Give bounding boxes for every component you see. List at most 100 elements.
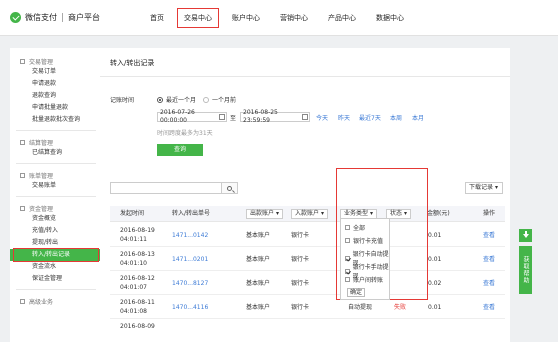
sidebar-group-label: 结算管理 (29, 139, 54, 147)
biz-type-dropdown: 全部 银行卡充值 银行卡自动提现 银行卡手动提现 账户间转账 确定 (340, 218, 390, 300)
table-row: 2016-08-12 04:01:07 1470...8127 基本账户 银行卡… (110, 272, 505, 295)
advanced-icon (20, 298, 25, 304)
top-bar: 微信支付 商户平台 首页 交易中心 账户中心 营销中心 产品中心 数据中心 (0, 0, 558, 36)
cell-date: 2016-08-09 (120, 323, 155, 330)
quick-this-week[interactable]: 本周 (390, 113, 402, 122)
cell-order-link[interactable]: 1470...8127 (172, 279, 208, 288)
cell-time: 04:01:10 (120, 260, 147, 267)
view-link[interactable]: 查看 (483, 303, 495, 312)
view-link[interactable]: 查看 (483, 255, 495, 264)
cell-time: 04:01:07 (120, 284, 147, 291)
filter-option-label: 银行卡充值 (353, 238, 384, 245)
nav-product-center[interactable]: 产品中心 (318, 0, 366, 36)
sidebar-group-advanced: 高级业务 (10, 294, 102, 306)
cell-order-link[interactable]: 1470...4116 (172, 303, 208, 312)
brand-name: 微信支付 (25, 13, 57, 22)
th-amount: 金额(元) (427, 210, 450, 217)
chevron-down-icon: ▾ (320, 210, 324, 217)
sidebar-divider (16, 130, 96, 131)
scroll-down-button[interactable] (519, 229, 532, 242)
help-button[interactable]: 获取帮助 (519, 246, 532, 294)
nav-trade-center[interactable]: 交易中心 (174, 0, 222, 36)
sidebar-group-label: 账单管理 (29, 172, 54, 180)
filter-option-label: 账户间转账 (353, 277, 384, 284)
nav-marketing-center[interactable]: 营销中心 (270, 0, 318, 36)
filter-option-all[interactable]: 全部 (345, 223, 365, 232)
filter-option-bank-recharge[interactable]: 银行卡充值 (345, 236, 383, 245)
table-row: 2016-08-19 04:01:11 1471...0142 基本账户 银行卡… (110, 224, 505, 247)
sidebar-item-deposit[interactable]: 保证金管理 (10, 273, 102, 285)
sidebar-item-funds-overview[interactable]: 资金概览 (10, 213, 102, 225)
brand-divider (62, 13, 63, 22)
page-title: 转入/转出记录 (110, 59, 155, 67)
quick-yesterday[interactable]: 昨天 (338, 113, 350, 122)
search-button[interactable] (221, 182, 238, 194)
sidebar-item-batch-refund[interactable]: 申请批量退款 (10, 102, 102, 114)
settlement-icon (20, 139, 25, 145)
sidebar-item-orders[interactable]: 交易订单 (10, 66, 102, 78)
table-row: 2016-08-11 04:01:08 1470...4116 基本账户 银行卡… (110, 296, 505, 319)
sidebar-item-fund-flow[interactable]: 资金流水 (10, 261, 102, 273)
out-account-filter[interactable]: 出款账户 ▾ (246, 209, 283, 219)
cell-date: 2016-08-19 (120, 227, 155, 234)
sidebar-item-recharge[interactable]: 充值/转入 (10, 225, 102, 237)
sidebar-item-transfer-records[interactable]: 转入/转出记录 (10, 248, 102, 262)
th-op: 操作 (483, 210, 496, 217)
sidebar-divider (16, 163, 96, 164)
radio-label: 最近一个月 (166, 97, 197, 104)
sidebar-item-refund[interactable]: 申请退款 (10, 78, 102, 90)
view-link[interactable]: 查看 (483, 231, 495, 240)
table-header: 发起时间 转入/转出单号 出款账户 ▾ 入款账户 ▾ 业务类型 ▾ 状态 ▾ 金… (110, 206, 505, 222)
th-time: 发起时间 (120, 210, 145, 217)
brand-logo[interactable]: 微信支付 商户平台 (10, 12, 100, 23)
radio-month-ago[interactable]: 一个月前 (203, 95, 236, 104)
cell-order-link[interactable]: 1471...0201 (172, 255, 208, 264)
radio-dot-icon (203, 96, 209, 103)
nav-home[interactable]: 首页 (140, 0, 174, 36)
nav-data-center[interactable]: 数据中心 (366, 0, 414, 36)
end-date-input[interactable]: 2016-08-25 23:59:59 (240, 109, 310, 124)
quick-last7[interactable]: 最近7天 (359, 113, 381, 122)
cell-status: 失败 (394, 304, 407, 311)
calendar-icon (219, 114, 225, 120)
sidebar-group-trade: 交易管理 (10, 54, 102, 66)
sidebar-group-label: 高级业务 (29, 298, 54, 306)
search-input[interactable] (110, 182, 238, 194)
quick-today[interactable]: 今天 (316, 113, 328, 122)
sidebar-divider (16, 289, 96, 290)
checkbox-icon (345, 238, 350, 243)
end-date-value: 2016-08-25 23:59:59 (243, 109, 278, 124)
cell-amount: 0.02 (428, 280, 442, 287)
cell-date: 2016-08-13 (120, 251, 155, 258)
sidebar-item-batch-refund-query[interactable]: 批量退款批次查询 (10, 114, 102, 126)
sidebar-item-settled-query[interactable]: 已结算查询 (10, 147, 102, 159)
cell-order-link[interactable]: 1471...0142 (172, 231, 208, 240)
download-records-select[interactable]: 下载记录 ▾ (465, 182, 503, 194)
view-link[interactable]: 查看 (483, 279, 495, 288)
filter-ok-button[interactable]: 确定 (347, 288, 365, 297)
date-span-hint: 时间跨度最多为31天 (157, 130, 213, 137)
sidebar-item-refund-query[interactable]: 退款查询 (10, 90, 102, 102)
start-date-input[interactable]: 2016-07-26 00:00:00 (157, 109, 227, 124)
cell-amount: 0.01 (428, 256, 442, 263)
cell-type: 自动提现 (348, 304, 373, 311)
cell-out: 基本账户 (246, 256, 271, 263)
table-row: 2016-08-09 (110, 320, 505, 342)
sidebar-group-funds: 资金管理 (10, 201, 102, 213)
quick-this-month[interactable]: 本月 (412, 113, 424, 122)
query-button[interactable]: 查询 (157, 144, 203, 156)
sidebar-group-settlement: 结算管理 (10, 135, 102, 147)
radio-recent-month[interactable]: 最近一个月 (157, 95, 196, 104)
download-icon (522, 230, 529, 238)
download-label: 下载记录 (469, 184, 494, 191)
cell-in: 银行卡 (291, 304, 310, 311)
sidebar-group-label: 交易管理 (29, 58, 54, 66)
sidebar-item-trade-bill[interactable]: 交易账单 (10, 180, 102, 192)
in-account-filter[interactable]: 入款账户 ▾ (291, 209, 328, 219)
chevron-down-icon: ▾ (494, 184, 498, 191)
filter-option-account-transfer[interactable]: 账户间转账 (345, 275, 383, 284)
cell-date: 2016-08-12 (120, 275, 155, 282)
th-in-account: 入款账户 (295, 210, 320, 217)
date-to-label: 至 (230, 115, 237, 122)
nav-account-center[interactable]: 账户中心 (222, 0, 270, 36)
